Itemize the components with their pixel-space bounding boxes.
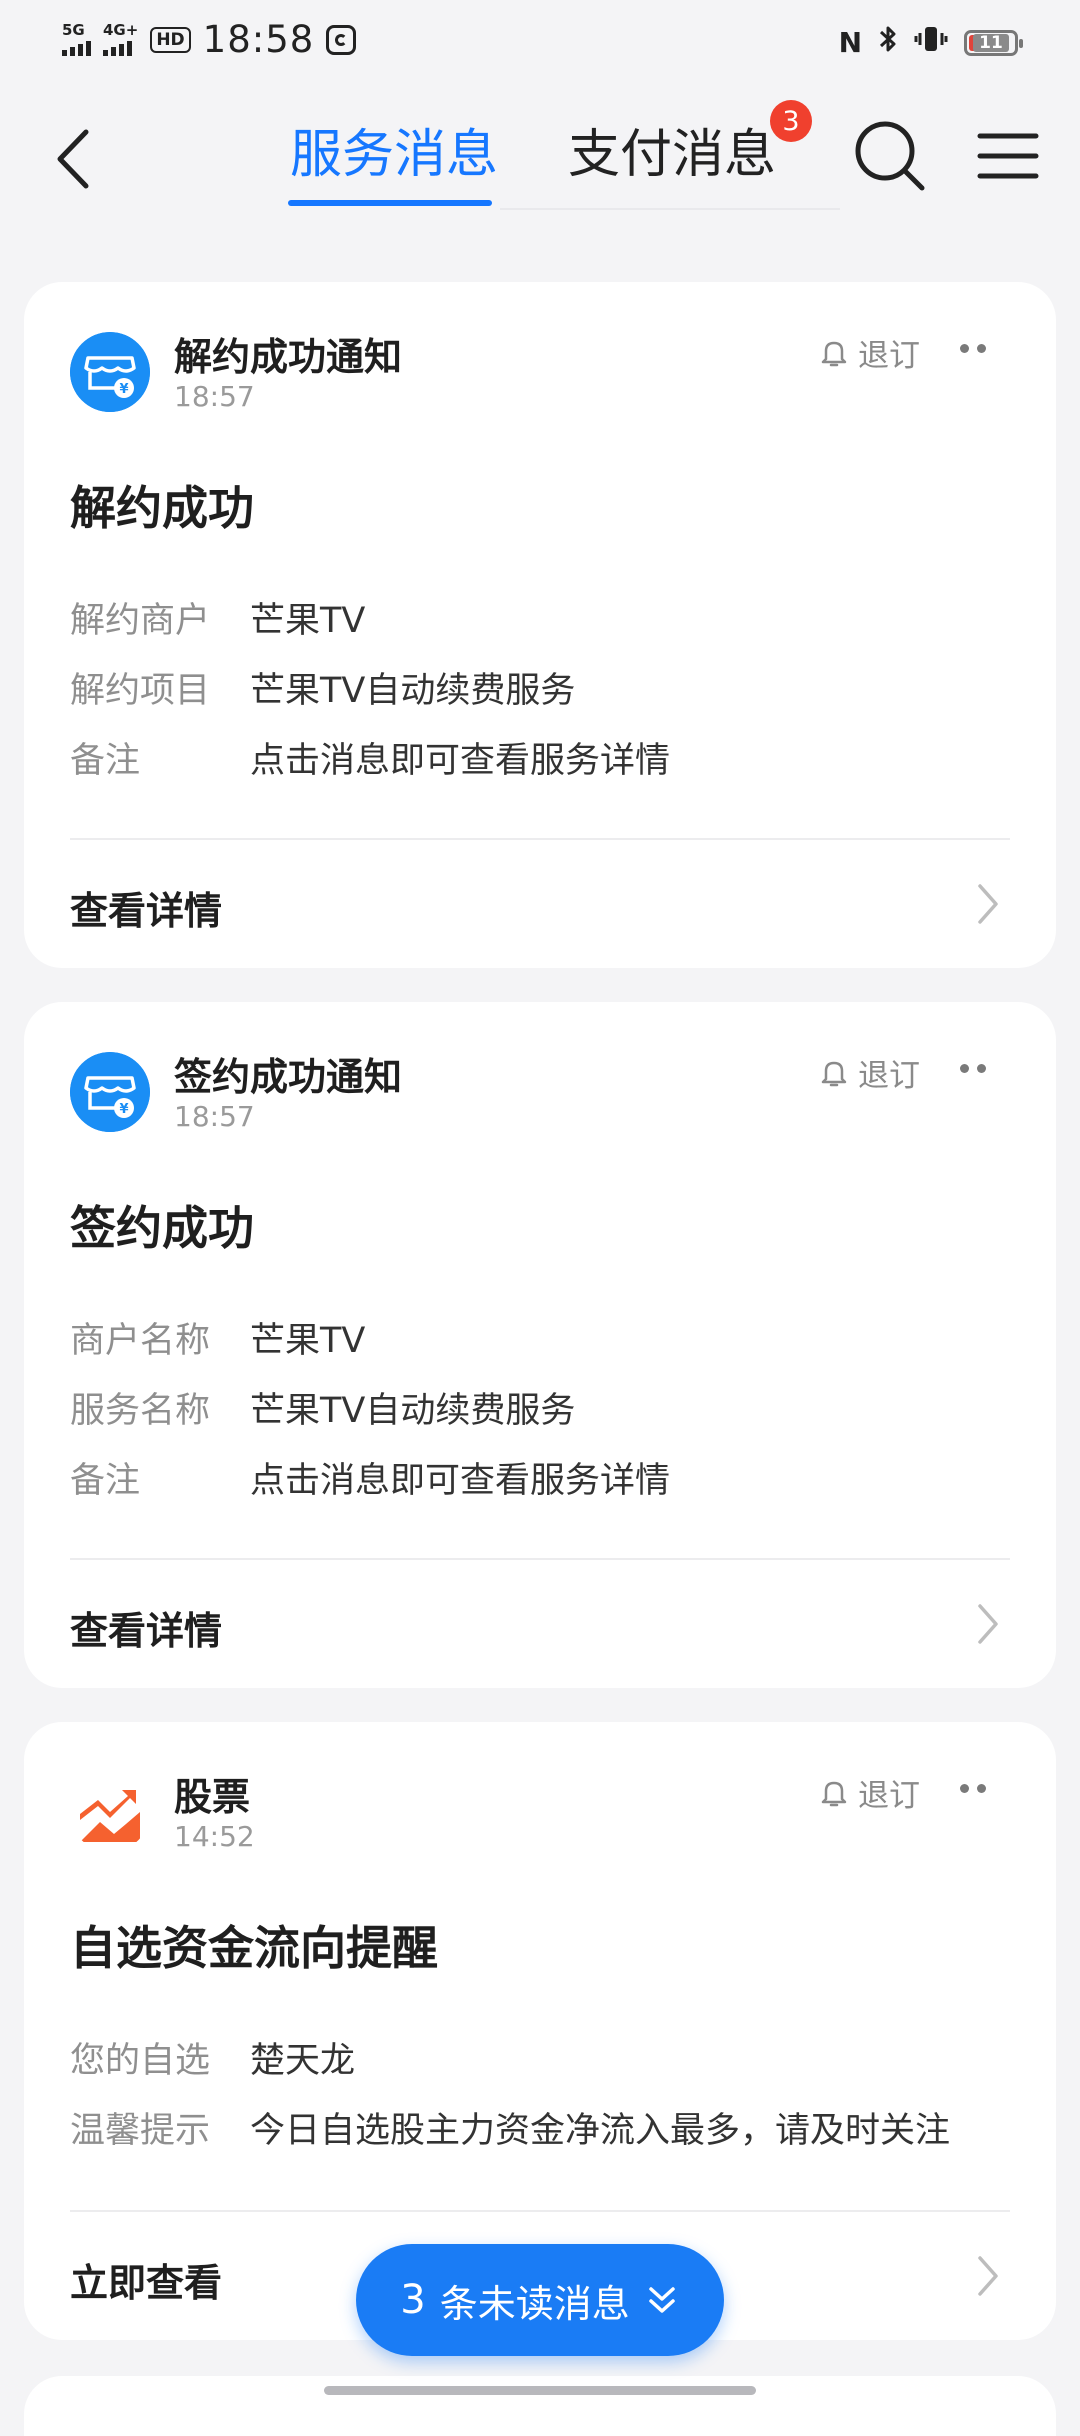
svg-text:¥: ¥ xyxy=(119,1102,128,1117)
divider xyxy=(70,2210,1010,2212)
detail-row: 商户名称 芒果TV xyxy=(70,1302,670,1372)
message-header: 服务消息 支付消息 3 xyxy=(0,84,1080,224)
tab-divider xyxy=(500,208,840,210)
detail-key: 温馨提示 xyxy=(70,2110,211,2151)
unsubscribe-label: 退订 xyxy=(858,338,920,374)
detail-row: 解约商户 芒果TV xyxy=(70,582,670,652)
card-headline: 解约成功 xyxy=(70,481,254,535)
double-chevron-down-icon xyxy=(648,2287,675,2313)
unread-label: 条未读消息 xyxy=(439,2281,630,2326)
detail-key: 商户名称 xyxy=(70,1320,211,1361)
payment-unread-badge: 3 xyxy=(770,100,812,142)
chevron-right-icon[interactable] xyxy=(972,880,1002,928)
menu-icon[interactable] xyxy=(976,128,1040,184)
detail-key: 服务名称 xyxy=(70,1390,211,1431)
chevron-right-icon[interactable] xyxy=(972,1600,1002,1648)
card-headline: 自选资金流向提醒 xyxy=(70,1921,438,1975)
status-bar: 5G 4G+ HD 18:58 N 11 xyxy=(0,0,1080,84)
view-now-link[interactable]: 立即查看 xyxy=(70,2252,222,2307)
detail-row: 温馨提示 今日自选股主力资金净流入最多，请及时关注 xyxy=(70,2092,950,2162)
active-tab-indicator xyxy=(288,200,492,206)
more-options-icon[interactable] xyxy=(960,1064,986,1073)
signal-5g-icon: 5G xyxy=(62,23,91,56)
detail-key: 解约商户 xyxy=(70,600,211,641)
nfc-icon: N xyxy=(838,26,862,59)
back-arrow-icon[interactable] xyxy=(50,124,98,194)
card-title: 签约成功通知 xyxy=(174,1055,403,1099)
card-details: 解约商户 芒果TV 解约项目 芒果TV自动续费服务 备注 点击消息即可查看服务详情 xyxy=(70,582,670,792)
unsubscribe-label: 退订 xyxy=(858,1778,920,1814)
tab-service-messages[interactable]: 服务消息 xyxy=(290,112,498,187)
unread-messages-button[interactable]: 3 条未读消息 xyxy=(356,2244,724,2356)
detail-value: 芒果TV自动续费服务 xyxy=(250,670,576,711)
detail-key: 解约项目 xyxy=(70,670,211,711)
message-card-signing[interactable]: ¥ 签约成功通知 18:57 退订 签约成功 商户名称 芒果TV 服务名称 芒果TV… xyxy=(24,1002,1056,1688)
bell-icon xyxy=(821,341,847,366)
more-options-icon[interactable] xyxy=(960,1784,986,1793)
bell-icon xyxy=(821,1781,847,1806)
card-headline: 签约成功 xyxy=(70,1201,254,1255)
card-details: 商户名称 芒果TV 服务名称 芒果TV自动续费服务 备注 点击消息即可查看服务详情 xyxy=(70,1302,670,1512)
chevron-right-icon[interactable] xyxy=(972,2252,1002,2300)
detail-key: 备注 xyxy=(70,1460,141,1501)
next-message-card xyxy=(24,2376,1056,2436)
divider xyxy=(70,838,1010,840)
service-store-icon: ¥ xyxy=(70,332,150,412)
card-time: 18:57 xyxy=(174,380,255,413)
view-details-link[interactable]: 查看详情 xyxy=(70,1600,222,1655)
service-store-icon: ¥ xyxy=(70,1052,150,1132)
view-details-link[interactable]: 查看详情 xyxy=(70,880,222,935)
detail-row: 备注 点击消息即可查看服务详情 xyxy=(70,722,670,792)
card-title: 股票 xyxy=(174,1775,251,1819)
vibrate-icon xyxy=(914,24,948,61)
unsubscribe-label: 退订 xyxy=(858,1058,920,1094)
unread-count: 3 xyxy=(400,2277,426,2323)
more-options-icon[interactable] xyxy=(960,344,986,353)
svg-text:¥: ¥ xyxy=(119,382,128,397)
app-notification-icon xyxy=(326,24,357,55)
detail-value: 芒果TV xyxy=(250,600,366,641)
detail-value: 点击消息即可查看服务详情 xyxy=(250,740,671,781)
card-title: 解约成功通知 xyxy=(174,335,403,379)
bluetooth-icon xyxy=(878,24,898,61)
unsubscribe-button[interactable]: 退订 xyxy=(820,1770,920,1815)
detail-row: 您的自选 楚天龙 xyxy=(70,2022,950,2092)
tab-payment-messages[interactable]: 支付消息 xyxy=(568,112,776,187)
detail-value: 芒果TV xyxy=(250,1320,366,1361)
card-time: 14:52 xyxy=(174,1820,255,1853)
card-details: 您的自选 楚天龙 温馨提示 今日自选股主力资金净流入最多，请及时关注 xyxy=(70,2022,950,2162)
search-icon[interactable] xyxy=(850,116,930,196)
detail-value: 楚天龙 xyxy=(250,2040,356,2081)
message-card-termination[interactable]: ¥ 解约成功通知 18:57 退订 解约成功 解约商户 芒果TV 解约项目 芒果TV… xyxy=(24,282,1056,968)
home-indicator[interactable] xyxy=(324,2386,756,2395)
card-time: 18:57 xyxy=(174,1100,255,1133)
battery-icon: 11 xyxy=(964,29,1023,56)
detail-value: 今日自选股主力资金净流入最多，请及时关注 xyxy=(250,2110,951,2151)
unsubscribe-button[interactable]: 退订 xyxy=(820,330,920,375)
detail-key: 您的自选 xyxy=(70,2040,211,2081)
divider xyxy=(70,1558,1010,1560)
bell-icon xyxy=(821,1061,847,1086)
hd-voice-icon: HD xyxy=(150,26,191,53)
clock: 18:58 xyxy=(202,18,315,61)
stock-trend-icon xyxy=(70,1772,150,1852)
detail-row: 解约项目 芒果TV自动续费服务 xyxy=(70,652,670,722)
detail-row: 备注 点击消息即可查看服务详情 xyxy=(70,1442,670,1512)
detail-value: 芒果TV自动续费服务 xyxy=(250,1390,576,1431)
unsubscribe-button[interactable]: 退订 xyxy=(820,1050,920,1095)
detail-key: 备注 xyxy=(70,740,141,781)
detail-row: 服务名称 芒果TV自动续费服务 xyxy=(70,1372,670,1442)
detail-value: 点击消息即可查看服务详情 xyxy=(250,1460,671,1501)
battery-level: 11 xyxy=(973,33,1009,52)
signal-4g-icon: 4G+ xyxy=(103,23,138,56)
